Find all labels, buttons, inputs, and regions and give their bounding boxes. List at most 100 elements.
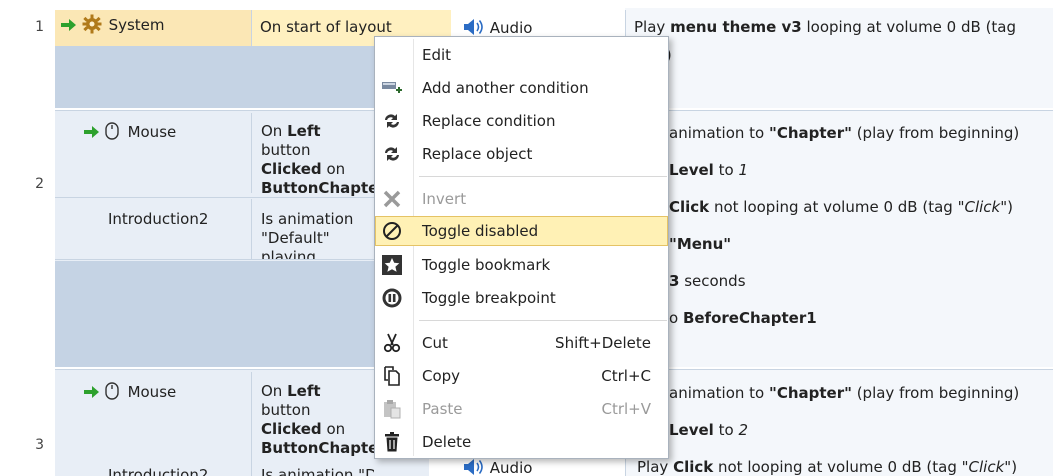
- text-fragment: Is animation "Default": [261, 466, 374, 476]
- menu-item-toggle-breakpoint[interactable]: Toggle breakpoint: [375, 283, 668, 313]
- action-set-animation-chapter[interactable]: animation to "Chapter" (play from beginn…: [661, 380, 1053, 410]
- text-line: Is animation "Default": [261, 466, 374, 476]
- menu-item-invert[interactable]: Invert: [375, 184, 668, 214]
- condition-object-mouse[interactable]: Mouse: [76, 118, 251, 148]
- text-fragment: looping at volume 0 dB (tag: [801, 18, 1017, 36]
- menu-item-cut[interactable]: Cut Shift+Delete: [375, 328, 668, 358]
- text-fragment: On: [261, 122, 288, 140]
- text-fragment: Play: [634, 18, 671, 36]
- menu-item-label: Replace object: [422, 145, 533, 163]
- mouse-icon: [105, 382, 124, 401]
- text-fragment: Level: [669, 161, 714, 179]
- text-fragment: Left: [287, 382, 321, 400]
- green-arrow-icon: [84, 383, 105, 401]
- text-fragment: button: [261, 141, 311, 159]
- condition-animation[interactable]: Is animation "Default": [253, 462, 374, 476]
- event-number: 2: [35, 176, 44, 192]
- text-fragment: "Chapter": [769, 384, 852, 402]
- text-fragment: ButtonChapter: [261, 179, 374, 197]
- scissors-icon: [381, 333, 403, 353]
- menu-item-replace-object[interactable]: Replace object: [375, 139, 668, 169]
- menu-item-paste[interactable]: Paste Ctrl+V: [375, 394, 668, 424]
- text-fragment: "Menu": [669, 235, 732, 253]
- event-number: 3: [35, 437, 44, 453]
- text-fragment: ): [1011, 458, 1018, 476]
- text-fragment: (play from beginning): [851, 124, 1020, 142]
- menu-item-label: Paste: [422, 400, 463, 418]
- action-set-animation-chapter[interactable]: animation to "Chapter" (play from beginn…: [661, 120, 1053, 150]
- menu-item-label: Add another condition: [422, 79, 589, 97]
- action-object-label: Audio: [489, 459, 533, 476]
- menu-item-shortcut: Shift+Delete: [555, 334, 651, 352]
- condition-animation-playing[interactable]: Is animation "Default" playing: [253, 206, 374, 260]
- action-set-level[interactable]: Level to 2: [661, 417, 1053, 447]
- text-fragment: "Click": [957, 198, 1008, 216]
- green-arrow-icon: [84, 123, 105, 141]
- text-line: Clicked on: [261, 420, 366, 439]
- trash-icon: [381, 432, 403, 452]
- action-set-level[interactable]: Level to 1: [661, 157, 1053, 187]
- text-fragment: 3: [669, 272, 680, 290]
- text-fragment: on: [321, 160, 346, 178]
- condition-object-mouse[interactable]: Mouse: [76, 378, 251, 408]
- action-play-click[interactable]: Click not looping at volume 0 dB (tag "C…: [661, 194, 1053, 224]
- action-play-click[interactable]: Play Click not looping at volume 0 dB (t…: [629, 454, 1053, 476]
- menu-item-edit[interactable]: Edit: [375, 40, 668, 70]
- text-fragment: to: [713, 161, 739, 179]
- text-fragment: Is animation "Default": [261, 210, 354, 247]
- text-fragment: to: [713, 421, 739, 439]
- text-fragment: Play: [637, 458, 674, 476]
- event-number: 1: [35, 19, 44, 35]
- condition-object-introduction2[interactable]: Introduction2: [100, 462, 250, 476]
- condition-object-label: Mouse: [127, 123, 177, 141]
- menu-item-delete[interactable]: Delete: [375, 427, 668, 457]
- add-condition-icon: [381, 78, 403, 98]
- menu-item-label: Delete: [422, 433, 472, 451]
- condition-mouse-clicked[interactable]: On Left button Clicked on ButtonChapter: [253, 118, 374, 198]
- menu-separator: [419, 176, 667, 177]
- text-fragment: Click: [673, 458, 714, 476]
- action-go-to-layout[interactable]: o BeforeChapter1: [661, 305, 1053, 335]
- text-fragment: animation to: [669, 384, 769, 402]
- text-line: Is animation "Default": [261, 210, 366, 248]
- text-fragment: 2: [738, 421, 748, 439]
- text-fragment: Clicked: [261, 420, 322, 438]
- text-fragment: not looping at volume 0 dB (tag: [713, 458, 962, 476]
- copy-icon: [381, 366, 403, 386]
- text-fragment: ButtonChapter: [261, 439, 374, 457]
- menu-item-toggle-disabled[interactable]: Toggle disabled: [375, 216, 668, 246]
- condition-object-introduction2[interactable]: Introduction2: [100, 206, 250, 236]
- menu-item-add-another-condition[interactable]: Add another condition: [375, 73, 668, 103]
- text-fragment: Clicked: [261, 160, 322, 178]
- action-menu[interactable]: "Menu": [661, 231, 1053, 261]
- text-line: ButtonChapter: [261, 439, 374, 458]
- menu-item-replace-condition[interactable]: Replace condition: [375, 106, 668, 136]
- menu-item-shortcut: Ctrl+V: [601, 400, 651, 418]
- text-fragment: Level: [669, 421, 714, 439]
- text-fragment: o: [669, 309, 683, 327]
- invert-x-icon: [381, 189, 403, 209]
- menu-item-label: Toggle breakpoint: [422, 289, 556, 307]
- menu-item-toggle-bookmark[interactable]: Toggle bookmark: [375, 250, 668, 280]
- action-tag-continuation: "nu"): [625, 38, 1053, 68]
- menu-separator: [419, 320, 667, 321]
- replace-icon: [381, 144, 403, 164]
- context-menu: Edit Add another condition Replace condi…: [374, 36, 669, 459]
- text-fragment: button: [261, 401, 311, 419]
- menu-item-copy[interactable]: Copy Ctrl+C: [375, 361, 668, 391]
- menu-item-label: Copy: [422, 367, 461, 385]
- text-fragment: seconds: [679, 272, 746, 290]
- speaker-icon: [463, 19, 490, 37]
- menu-item-label: Invert: [422, 190, 467, 208]
- action-wait-seconds[interactable]: 3 seconds: [661, 268, 1053, 298]
- text-fragment: Click: [669, 198, 710, 216]
- text-line: On Left button: [261, 122, 366, 160]
- condition-mouse-clicked[interactable]: On Left button Clicked on ButtonChapter: [253, 378, 374, 458]
- condition-object-label: Mouse: [127, 383, 177, 401]
- text-line: Clicked on: [261, 160, 366, 179]
- text-fragment: not looping at volume 0 dB (tag: [709, 198, 958, 216]
- text-fragment: 1: [738, 161, 748, 179]
- menu-item-shortcut: Ctrl+C: [601, 367, 651, 385]
- text-fragment: On: [261, 382, 288, 400]
- menu-item-label: Toggle bookmark: [422, 256, 551, 274]
